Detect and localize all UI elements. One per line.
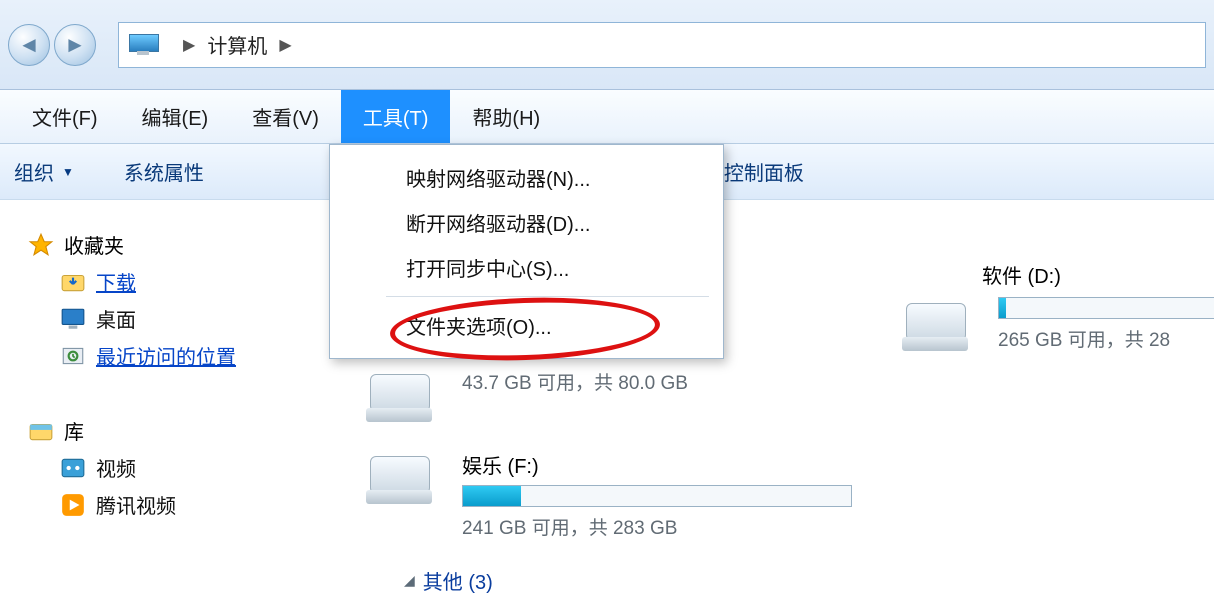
computer-icon (129, 34, 157, 56)
sidebar-recent-label: 最近访问的位置 (96, 341, 236, 370)
group-other-label: 其他 (3) (423, 566, 493, 595)
downloads-folder-icon (60, 269, 86, 295)
sidebar-favorites-header[interactable]: 收藏夹 (28, 230, 320, 259)
address-bar[interactable]: ▶ 计算机 ▶ (118, 22, 1206, 68)
dropdown-icon: ▼ (62, 165, 74, 179)
toolbar-sysprops[interactable]: 系统属性 (124, 157, 204, 186)
breadcrumb-sep-icon: ▶ (183, 35, 195, 55)
drive-icon (364, 450, 444, 506)
drive-f[interactable]: 娱乐 (F:) 241 GB 可用，共 283 GB (364, 450, 1214, 540)
star-icon (28, 232, 54, 258)
desktop-icon (60, 306, 86, 332)
drive-d-subtext: 265 GB 可用，共 28 (998, 325, 1214, 352)
drive-c[interactable]: 43.7 GB 可用，共 80.0 GB (364, 368, 1214, 424)
video-icon (60, 455, 86, 481)
sidebar: 收藏夹 下载 桌面 最近访问的位置 库 (0, 200, 320, 614)
sidebar-tencent-video-label: 腾讯视频 (96, 490, 176, 519)
sidebar-downloads[interactable]: 下载 (60, 267, 320, 296)
drive-f-name: 娱乐 (F:) (462, 450, 852, 479)
menu-bar: 文件(F) 编辑(E) 查看(V) 工具(T) 帮助(H) (0, 90, 1214, 144)
drive-icon (364, 368, 444, 424)
nav-back-button[interactable]: ◄ (8, 24, 50, 66)
group-other-header[interactable]: ◢ 其他 (3) (404, 566, 1214, 595)
drive-f-bar (462, 485, 852, 507)
sidebar-tencent-video[interactable]: 腾讯视频 (60, 490, 320, 519)
menu-tools[interactable]: 工具(T) (341, 90, 451, 143)
drive-d[interactable]: 软件 (D:) 265 GB 可用，共 28 (900, 260, 1214, 353)
menu-sync-center[interactable]: 打开同步中心(S)... (330, 245, 723, 290)
tools-dropdown: 映射网络驱动器(N)... 断开网络驱动器(D)... 打开同步中心(S)...… (329, 144, 724, 359)
sidebar-video-label: 视频 (96, 453, 136, 482)
menu-view[interactable]: 查看(V) (230, 90, 341, 143)
toolbar-organize-label: 组织 (14, 157, 54, 186)
drive-d-name: 软件 (D:) (982, 260, 1214, 289)
collapse-icon: ◢ (404, 572, 415, 589)
sidebar-desktop-label: 桌面 (96, 304, 136, 333)
sidebar-desktop[interactable]: 桌面 (60, 304, 320, 333)
sidebar-libraries-header[interactable]: 库 (28, 416, 320, 445)
menu-unmap-drive[interactable]: 断开网络驱动器(D)... (330, 200, 723, 245)
menu-file[interactable]: 文件(F) (10, 90, 120, 143)
nav-forward-button[interactable]: ► (54, 24, 96, 66)
library-icon (28, 418, 54, 444)
drive-f-subtext: 241 GB 可用，共 283 GB (462, 513, 852, 540)
drive-icon (900, 297, 980, 353)
sidebar-recent[interactable]: 最近访问的位置 (60, 341, 320, 370)
breadcrumb-location[interactable]: 计算机 (207, 30, 267, 59)
recent-places-icon (60, 343, 86, 369)
drive-c-subtext: 43.7 GB 可用，共 80.0 GB (462, 368, 688, 395)
sidebar-downloads-label: 下载 (96, 267, 136, 296)
drive-d-bar (998, 297, 1214, 319)
sidebar-video[interactable]: 视频 (60, 453, 320, 482)
toolbar-organize[interactable]: 组织 ▼ (14, 157, 74, 186)
sidebar-libraries-label: 库 (64, 416, 84, 445)
breadcrumb-sep-icon: ▶ (279, 35, 291, 55)
menu-separator (386, 296, 709, 297)
sidebar-favorites-label: 收藏夹 (64, 230, 124, 259)
menu-map-drive[interactable]: 映射网络驱动器(N)... (330, 155, 723, 200)
tencent-video-icon (60, 492, 86, 518)
menu-edit[interactable]: 编辑(E) (120, 90, 231, 143)
menu-folder-options[interactable]: 文件夹选项(O)... (330, 303, 723, 348)
menu-help[interactable]: 帮助(H) (450, 90, 562, 143)
